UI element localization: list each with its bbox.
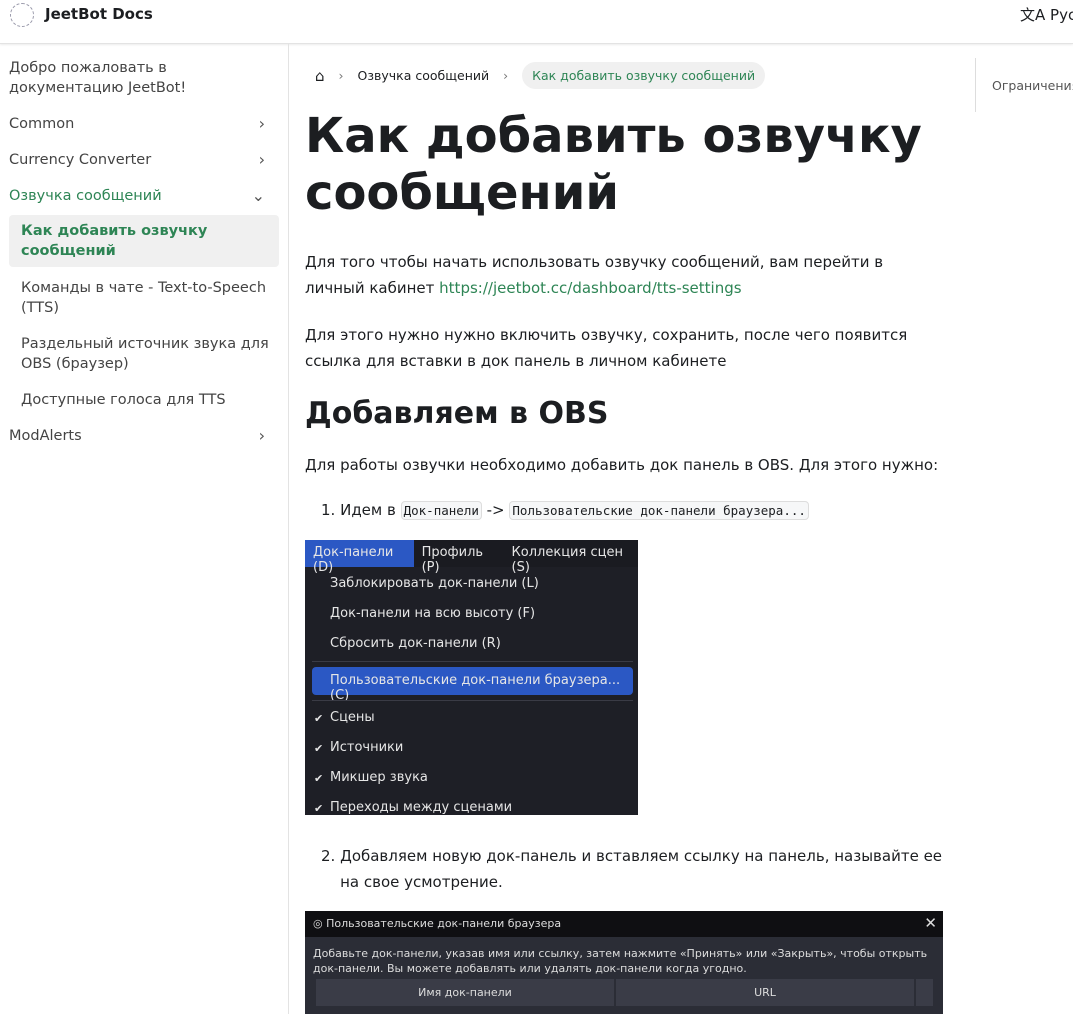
logo-icon[interactable] [10,3,34,27]
chevron-down-icon[interactable]: ⌄ [252,186,265,206]
sidebar-item-voices[interactable]: Доступные голоса для TTS [9,390,279,410]
breadcrumb-current: Как добавить озвучку сообщений [522,62,766,89]
intro-paragraph: Для того чтобы начать использовать озвуч… [305,253,884,297]
chevron-right-icon[interactable]: › [259,150,265,170]
language-dropdown[interactable]: 文A Русский [1020,4,1073,25]
navbar: JeetBot Docs 文A Русский [0,0,1073,44]
step-1: 1. Идем в Док-панели -> Пользовательские… [305,497,945,524]
table-of-contents: Ограничения [975,58,1073,112]
translate-icon: 文A [1020,6,1051,24]
sidebar-item-tts[interactable]: Озвучка сообщений ⌄ [9,186,279,206]
chevron-right-icon[interactable]: › [259,426,265,446]
check-icon: ✔ [314,712,324,725]
brand-title[interactable]: JeetBot Docs [45,5,153,23]
breadcrumb: ⌂ › Озвучка сообщений › Как добавить озвуч… [305,61,766,90]
obs-menu-screenshot: Док-панели (D) Профиль (P) Коллекция сцен … [305,540,638,815]
section-heading: Добавляем в OBS [305,396,609,431]
obs-logo-icon: ◎ [313,917,327,930]
page-title: Как добавить озвучку сообщений [305,108,922,221]
sidebar-item-chat-commands[interactable]: Команды в чате - Text-to-Speech (TTS) [9,278,279,318]
sidebar-item-how-to-add[interactable]: Как добавить озвучку сообщений [9,215,279,267]
check-icon: ✔ [314,772,324,785]
step-2: 2. Добавляем новую док-панель и вставляе… [321,847,943,891]
obs-dialog-screenshot: ◎ Пользовательские док-панели браузера ✕ … [305,911,943,1014]
sidebar-item-separate-source[interactable]: Раздельный источник звука для OBS (брауз… [9,334,279,374]
dashboard-link[interactable]: https://jeetbot.cc/dashboard/tts-setting… [439,279,741,297]
home-icon[interactable]: ⌂ [315,67,325,85]
check-icon: ✔ [314,802,324,815]
paragraph: Для работы озвучки необходимо добавить д… [305,456,939,474]
paragraph: Для этого нужно нужно включить озвучку, … [305,326,908,370]
sidebar-item-currency[interactable]: Currency Converter › [9,150,279,170]
toc-item[interactable]: Ограничения [992,78,1073,93]
close-icon: ✕ [924,914,937,932]
sidebar-item-modalerts[interactable]: ModAlerts › [9,426,279,446]
breadcrumb-section[interactable]: Озвучка сообщений [358,68,490,83]
sidebar: Добро пожаловать в документацию JeetBot!… [0,44,289,1014]
chevron-right-icon[interactable]: › [259,114,265,134]
sidebar-item-welcome[interactable]: Добро пожаловать в документацию JeetBot! [9,58,279,98]
sidebar-item-common[interactable]: Common › [9,114,279,134]
check-icon: ✔ [314,742,324,755]
